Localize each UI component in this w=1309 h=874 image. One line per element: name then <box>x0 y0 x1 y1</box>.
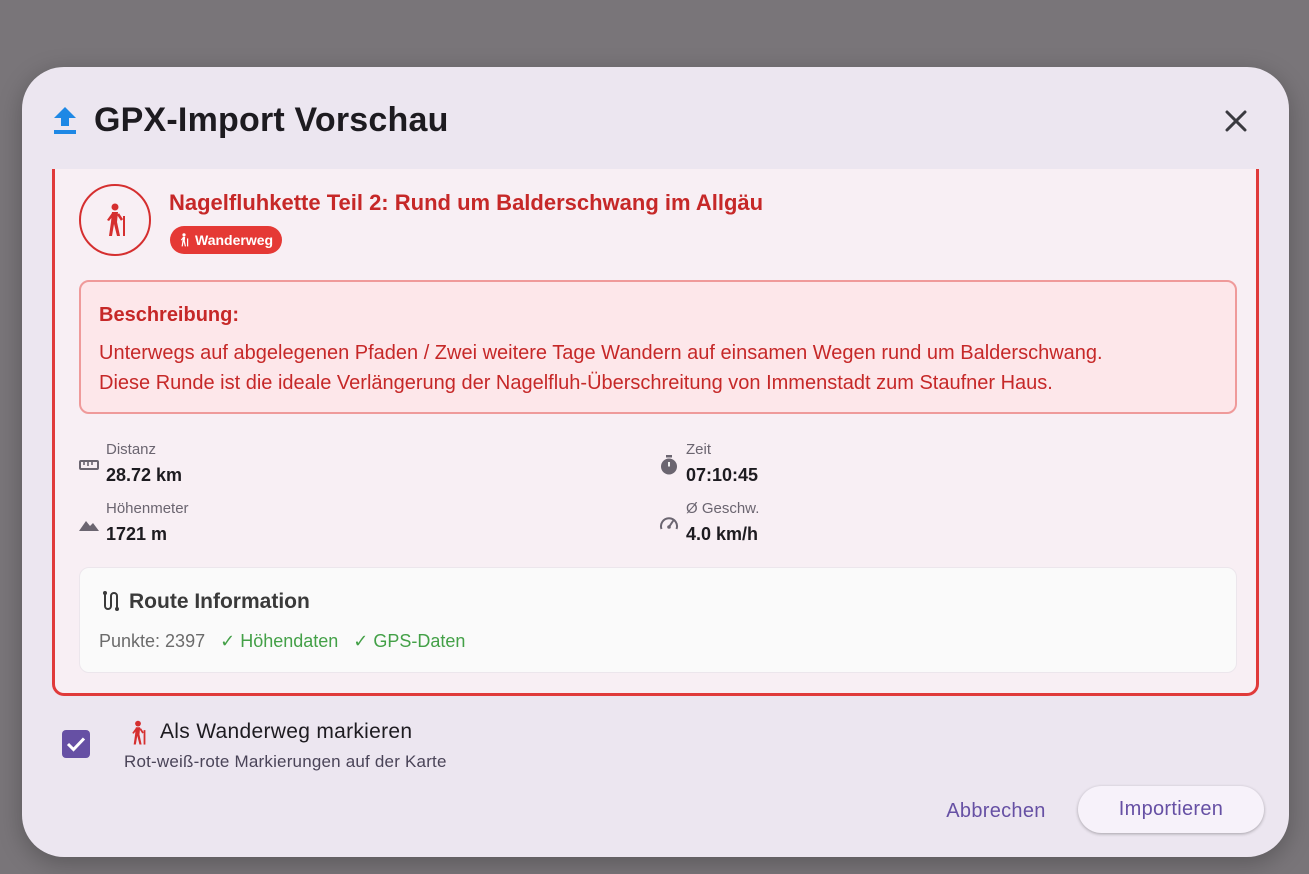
description-text: Unterwegs auf abgelegenen Pfaden / Zwei … <box>99 338 1219 398</box>
route-information-box: Route Information Punkte: 2397 ✓ Höhenda… <box>79 567 1237 673</box>
dialog-title: GPX-Import Vorschau <box>94 101 449 139</box>
cancel-button[interactable]: Abbrechen <box>926 787 1066 835</box>
hiking-icon <box>107 203 125 236</box>
hiking-trail-sublabel: Rot-weiß-rote Markierungen auf der Karte <box>124 752 447 771</box>
terrain-icon <box>79 521 99 531</box>
route-information-title: Route Information <box>129 590 310 613</box>
route-avatar <box>79 184 151 256</box>
import-button[interactable]: Importieren <box>1078 786 1264 833</box>
description-box: Beschreibung: Unterwegs auf abgelegenen … <box>79 280 1237 414</box>
ruler-icon <box>79 460 99 470</box>
hiking-trail-checkbox[interactable] <box>62 730 90 758</box>
close-icon <box>1225 110 1247 132</box>
description-line: Unterwegs auf abgelegenen Pfaden / Zwei … <box>99 342 1103 364</box>
gpx-import-dialog: GPX-Import Vorschau Nagelfluhkette Teil … <box>22 67 1289 857</box>
elevation-data-status: ✓ Höhendaten <box>220 631 339 651</box>
stat-label: Zeit <box>686 441 712 458</box>
route-preview-card: Nagelfluhkette Teil 2: Rund um Baldersch… <box>52 169 1259 696</box>
hiking-icon <box>180 233 189 247</box>
stat-value: 4.0 km/h <box>686 524 759 544</box>
points-count: Punkte: 2397 <box>99 631 206 651</box>
stat-value: 07:10:45 <box>686 465 759 485</box>
close-button[interactable] <box>1218 103 1254 139</box>
checkmark-icon <box>66 737 86 752</box>
stat-label: Höhenmeter <box>106 500 189 517</box>
upload-icon <box>54 107 76 134</box>
stat-value: 1721 m <box>106 524 168 544</box>
route-type-badge: Wanderweg <box>170 226 283 254</box>
dialog-header: GPX-Import Vorschau <box>22 67 1289 169</box>
route-icon <box>103 591 119 611</box>
hiking-trail-label[interactable]: Als Wanderweg markieren <box>160 720 412 744</box>
route-name: Nagelfluhkette Teil 2: Rund um Baldersch… <box>169 190 764 215</box>
speed-icon <box>660 517 678 530</box>
route-information-details: Punkte: 2397 ✓ Höhendaten ✓ GPS-Daten <box>99 631 465 652</box>
stat-label: Distanz <box>106 441 157 458</box>
timer-icon <box>661 455 677 475</box>
gps-data-status: ✓ GPS-Daten <box>353 631 466 651</box>
stat-value: 28.72 km <box>106 465 183 485</box>
description-line: Diese Runde ist die ideale Verlängerung … <box>99 372 1053 394</box>
stat-label: Ø Geschw. <box>686 500 760 517</box>
description-label: Beschreibung: <box>99 304 240 326</box>
hiking-icon <box>132 720 146 745</box>
route-type-label: Wanderweg <box>195 232 274 248</box>
